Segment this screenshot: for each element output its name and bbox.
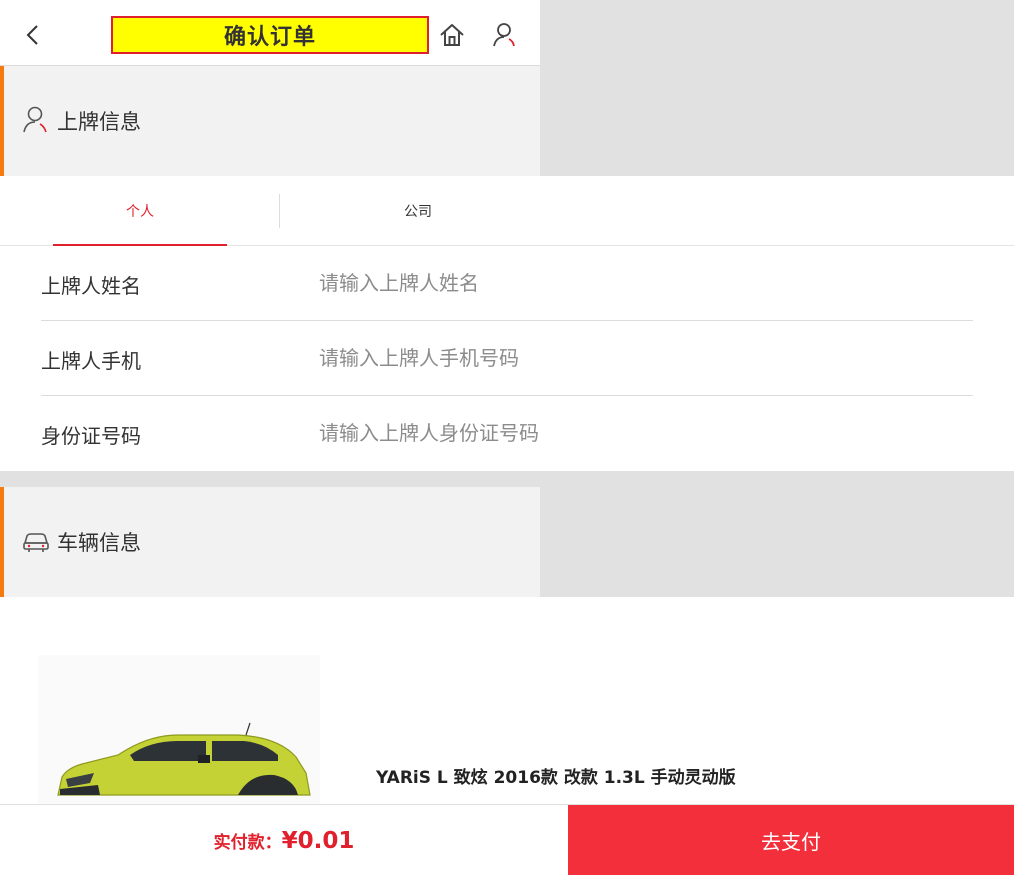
section-separator <box>0 471 1014 487</box>
vehicle-info-section-header: 车辆信息 <box>0 487 540 597</box>
user-icon <box>23 106 47 133</box>
page-title-box: 确认订单 <box>111 16 429 54</box>
tab-company-label: 公司 <box>404 204 432 220</box>
pay-button[interactable]: 去支付 <box>568 805 1014 875</box>
car-image <box>38 655 320 805</box>
phone-input[interactable] <box>319 339 959 377</box>
price-label: 实付款： <box>213 833 282 853</box>
name-label: 上牌人姓名 <box>41 274 141 298</box>
chevron-left-icon <box>26 25 38 45</box>
back-button[interactable] <box>20 20 46 50</box>
tab-personal-label: 个人 <box>126 204 154 220</box>
total-price: 实付款： ¥0.01 <box>0 805 568 875</box>
page-title: 确认订单 <box>223 25 316 50</box>
header-filler <box>540 0 1014 66</box>
price-value: ¥0.01 <box>281 827 355 854</box>
form-row-name: 上牌人姓名 <box>41 246 973 321</box>
section-filler <box>540 487 1014 597</box>
tab-company[interactable]: 公司 <box>280 176 556 246</box>
form-row-id-number: 身份证号码 <box>41 396 973 471</box>
plate-info-section-header: 上牌信息 <box>0 66 540 176</box>
home-icon <box>440 24 464 46</box>
header-bar: 确认订单 <box>0 0 540 66</box>
tab-personal[interactable]: 个人 <box>53 176 227 246</box>
id-number-input[interactable] <box>319 414 959 452</box>
home-button[interactable] <box>437 20 467 50</box>
car-icon <box>23 533 49 552</box>
phone-label: 上牌人手机 <box>41 349 141 373</box>
user-icon <box>493 23 515 47</box>
user-button[interactable] <box>490 20 520 50</box>
pay-button-label: 去支付 <box>761 830 821 854</box>
car-model-name: YARiS L 致炫 2016款 改款 1.3L 手动灵动版 <box>376 768 736 788</box>
form-row-phone: 上牌人手机 <box>41 321 973 396</box>
vehicle-info-title: 车辆信息 <box>57 531 141 555</box>
section-filler <box>540 66 1014 176</box>
name-input[interactable] <box>319 264 959 302</box>
checkout-bar: 实付款： ¥0.01 去支付 <box>0 804 1014 875</box>
id-number-label: 身份证号码 <box>41 424 141 448</box>
owner-type-tabs: 个人 公司 <box>0 176 1014 246</box>
plate-info-title: 上牌信息 <box>57 110 141 134</box>
